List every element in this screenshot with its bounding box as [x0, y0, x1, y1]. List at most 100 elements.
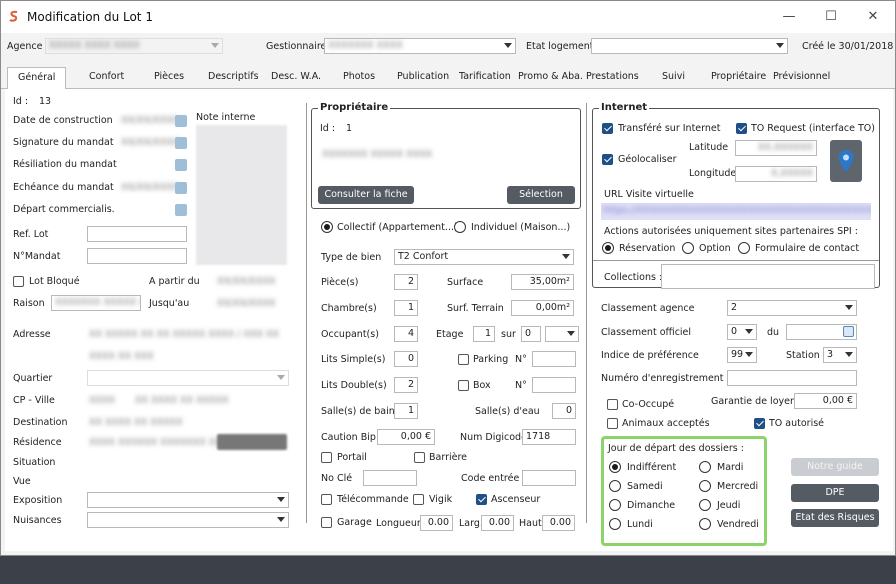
co-occupe-checkbox[interactable]	[607, 399, 618, 410]
barriere-checkbox[interactable]	[414, 452, 425, 463]
residence-button[interactable]	[217, 434, 287, 450]
lits-double-input[interactable]: 2	[394, 377, 418, 393]
haut-input[interactable]: 0.00	[542, 515, 575, 531]
to-autorise-checkbox[interactable]	[754, 418, 765, 429]
tab-suivi[interactable]: Suivi	[662, 71, 685, 82]
lot-bloque-checkbox[interactable]	[13, 276, 24, 287]
map-button[interactable]	[830, 140, 862, 182]
garage-checkbox[interactable]	[321, 517, 332, 528]
parking-checkbox[interactable]	[458, 354, 469, 365]
exposition-select[interactable]	[87, 492, 289, 508]
calendar-icon[interactable]	[175, 204, 187, 216]
tab-prestations[interactable]: Prestations	[586, 71, 639, 82]
notre-guide-button[interactable]: Notre guide	[791, 458, 879, 476]
transfere-internet-checkbox[interactable]	[602, 123, 613, 134]
calendar-icon[interactable]	[175, 115, 187, 127]
chambres-input[interactable]: 1	[394, 300, 418, 316]
calendar-icon[interactable]	[843, 326, 854, 337]
tab-pieces[interactable]: Pièces	[154, 71, 184, 82]
surf-terrain-input[interactable]: 0,00m²	[511, 300, 574, 316]
reservation-radio[interactable]	[602, 242, 614, 254]
consulter-fiche-button[interactable]: Consulter la fiche	[318, 186, 414, 204]
classement-date-input[interactable]	[786, 324, 857, 340]
tab-proprietaire[interactable]: Propriétaire	[711, 71, 766, 82]
type-bien-select[interactable]: T2 Confort	[394, 249, 574, 265]
individuel-radio[interactable]	[454, 221, 466, 233]
latitude-input[interactable]: XX,XXXXXX	[735, 140, 817, 156]
day-samedi-radio[interactable]	[609, 480, 621, 492]
larg-input[interactable]: 0.00	[481, 515, 514, 531]
gestionnaire-select[interactable]: XXXXXXX XXXX	[324, 38, 516, 54]
no-cle-input[interactable]	[363, 470, 417, 486]
etage-input[interactable]: 1	[473, 326, 495, 342]
day-dimanche-radio[interactable]	[609, 499, 621, 511]
geolocaliser-checkbox[interactable]	[602, 154, 613, 165]
tab-descriptifs[interactable]: Descriptifs	[208, 71, 259, 82]
pieces-input[interactable]: 2	[394, 274, 418, 290]
tab-promo[interactable]: Promo & Aba.	[518, 71, 583, 82]
day-indifferent-radio[interactable]	[609, 461, 621, 473]
salles-bains-input[interactable]: 1	[394, 403, 418, 419]
classement-agence-select[interactable]: 2	[727, 300, 857, 316]
ref-lot-input[interactable]	[87, 226, 187, 242]
vigik-checkbox[interactable]	[413, 494, 424, 505]
calendar-icon[interactable]	[175, 137, 187, 149]
formulaire-contact-radio[interactable]	[738, 242, 750, 254]
sur-select[interactable]	[545, 326, 579, 342]
telecommande-checkbox[interactable]	[321, 494, 332, 505]
etat-risques-button[interactable]: Etat des Risques	[791, 509, 879, 527]
calendar-icon[interactable]	[175, 159, 187, 171]
url-visite-input[interactable]: https://XXXXXXXXXXXXXXXXXXXXXXXXXXXXXXXX…	[601, 203, 871, 220]
box-checkbox[interactable]	[458, 380, 469, 391]
classement-officiel-select[interactable]: 0	[727, 324, 757, 340]
animaux-checkbox[interactable]	[607, 418, 618, 429]
tab-publication[interactable]: Publication	[397, 71, 449, 82]
parking-no-input[interactable]	[532, 351, 576, 367]
salles-eau-input[interactable]: 0	[552, 403, 576, 419]
sur-input[interactable]: 0	[521, 326, 541, 342]
tab-tarification[interactable]: Tarification	[459, 71, 511, 82]
agence-select[interactable]: XXXXX XXXX XXXX	[45, 38, 223, 54]
digicode-input[interactable]: 1718	[522, 429, 576, 445]
longitude-input[interactable]: X,XXXXX	[735, 166, 817, 182]
collectif-radio[interactable]	[321, 221, 333, 233]
maximize-button[interactable]: ☐	[821, 7, 841, 27]
num-enregistrement-input[interactable]	[727, 370, 857, 386]
indice-preference-select[interactable]: 99	[727, 347, 757, 363]
tab-general[interactable]: Général	[7, 67, 67, 90]
code-entree-input[interactable]	[522, 470, 576, 486]
nuisances-select[interactable]	[87, 512, 289, 528]
to-request-checkbox[interactable]	[736, 123, 747, 134]
minimize-button[interactable]: —	[779, 7, 799, 27]
etat-logement-select[interactable]	[591, 38, 788, 54]
occupants-input[interactable]: 4	[394, 326, 418, 342]
station-select[interactable]: 3	[823, 347, 857, 363]
n-mandat-input[interactable]	[87, 248, 187, 264]
collections-input[interactable]	[661, 264, 875, 289]
calendar-icon[interactable]	[175, 182, 187, 194]
lits-simple-input[interactable]: 0	[394, 351, 418, 367]
dpe-button[interactable]: DPE	[791, 484, 879, 502]
selection-button[interactable]: Sélection	[507, 186, 575, 204]
raison-input[interactable]: XXXXXXX XXXXX XXXXX	[51, 295, 141, 311]
garantie-loyer-input[interactable]: 0,00 €	[794, 393, 857, 409]
close-button[interactable]: ✕	[863, 7, 883, 27]
tab-previsionnel[interactable]: Prévisionnel	[773, 71, 830, 82]
day-mercredi-radio[interactable]	[699, 480, 711, 492]
quartier-select[interactable]	[87, 370, 289, 386]
longueur-input[interactable]: 0.00	[420, 515, 453, 531]
box-no-input[interactable]	[532, 377, 576, 393]
option-radio[interactable]	[682, 242, 694, 254]
day-jeudi-radio[interactable]	[699, 499, 711, 511]
surface-input[interactable]: 35,00m²	[511, 274, 574, 290]
day-mardi-radio[interactable]	[699, 461, 711, 473]
day-lundi-radio[interactable]	[609, 518, 621, 530]
tab-confort[interactable]: Confort	[89, 71, 124, 82]
caution-bip-input[interactable]: 0,00 €	[377, 429, 435, 445]
tab-desc-wa[interactable]: Desc. W.A.	[271, 71, 321, 82]
ascenseur-checkbox[interactable]	[476, 494, 487, 505]
tab-photos[interactable]: Photos	[343, 71, 375, 82]
portail-checkbox[interactable]	[321, 452, 332, 463]
note-interne-textarea[interactable]	[196, 125, 287, 265]
day-vendredi-radio[interactable]	[699, 518, 711, 530]
